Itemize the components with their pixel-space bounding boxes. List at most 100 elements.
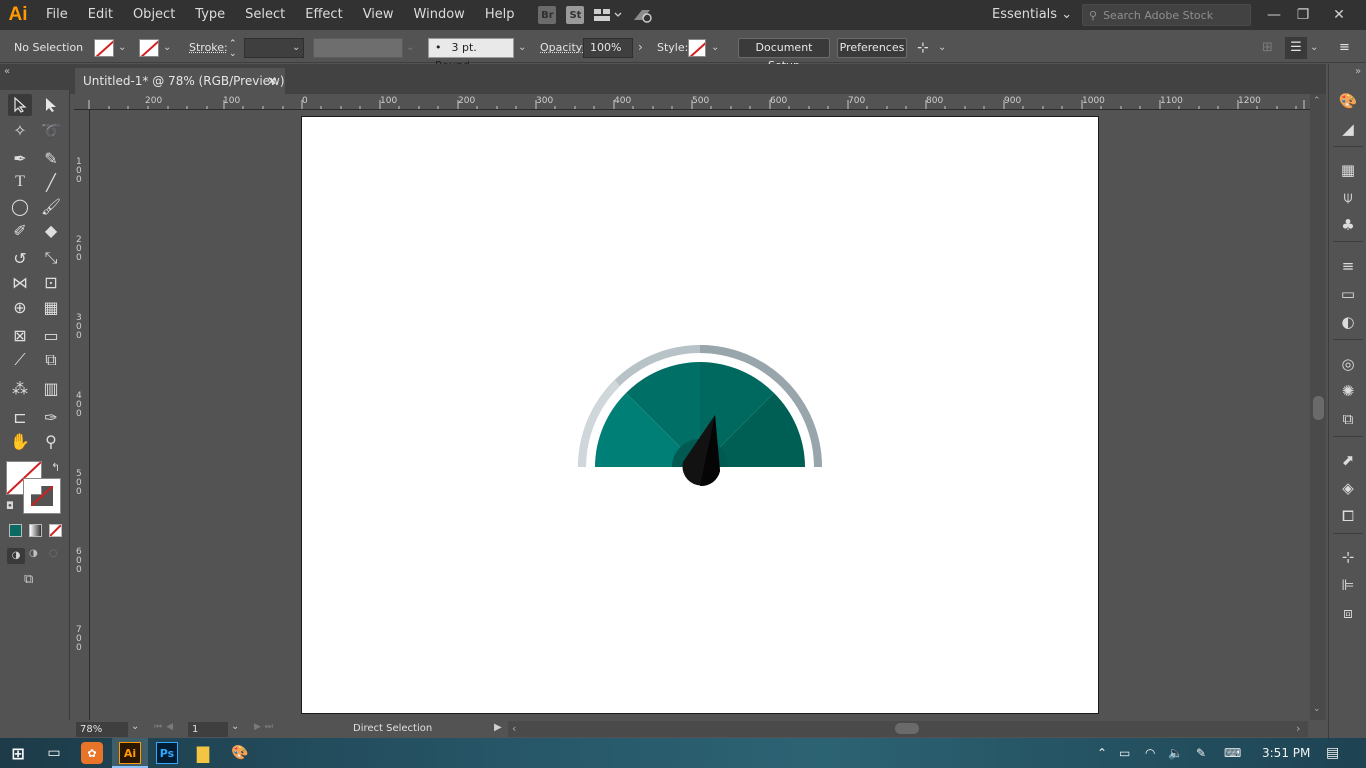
artboards-panel-icon[interactable]: ⬈ — [1337, 449, 1359, 471]
illustrator-logo[interactable]: Ai — [0, 0, 36, 30]
stroke-color-swatch[interactable] — [23, 478, 61, 514]
battery-icon[interactable]: ▭ — [1119, 738, 1130, 768]
stroke-dropdown-icon[interactable]: ⌄ — [163, 42, 171, 53]
variable-width-profile[interactable] — [313, 38, 403, 58]
stroke-panel-icon[interactable]: ≡ — [1337, 255, 1359, 277]
opacity-arrow-icon[interactable]: › — [638, 40, 643, 54]
change-screen-mode-icon[interactable]: ⧉ — [24, 572, 33, 587]
volume-icon[interactable]: 🔈 — [1168, 738, 1183, 768]
illustrator-taskbar-button[interactable]: Ai — [112, 738, 148, 768]
stroke-stepper[interactable]: ⌃ ⌄ — [229, 39, 237, 59]
menu-file[interactable]: File — [36, 0, 78, 30]
draw-behind-icon[interactable]: ◑ — [29, 548, 38, 559]
shaper-tool-icon[interactable]: ✐ — [8, 219, 32, 241]
align-options-icon[interactable]: ⊹ — [917, 33, 929, 63]
menu-view[interactable]: View — [353, 0, 404, 30]
close-icon[interactable]: ✕ — [267, 68, 277, 94]
blend-tool-icon[interactable]: ⧉ — [39, 349, 63, 371]
type-tool-icon[interactable]: T — [8, 171, 32, 193]
perspective-grid-tool-icon[interactable]: ▦ — [39, 296, 63, 318]
stock-search-field[interactable]: ⚲ Search Adobe Stock — [1082, 4, 1251, 26]
brushes-panel-icon[interactable]: ⍦ — [1337, 186, 1359, 208]
photoshop-taskbar-icon[interactable]: Ps — [156, 742, 178, 764]
ellipse-tool-icon[interactable]: ◯ — [8, 195, 32, 217]
workspace-switcher[interactable]: Essentials ⌄ — [992, 0, 1072, 30]
status-menu-icon[interactable]: ▶ — [494, 722, 502, 733]
symbol-sprayer-tool-icon[interactable]: ⁂ — [8, 377, 32, 399]
eyedropper-tool-icon[interactable]: ⟋ — [8, 349, 32, 371]
stroke-swatch[interactable] — [139, 39, 159, 57]
keyboard-icon[interactable]: ⌨ — [1224, 738, 1241, 768]
opacity-input[interactable]: 100% — [583, 38, 633, 58]
scroll-left-icon[interactable]: ‹ — [512, 722, 516, 735]
gauge-artwork[interactable] — [302, 117, 1100, 715]
artboard-tool-icon[interactable]: ⊏ — [8, 406, 32, 428]
artboard-dropdown-icon[interactable]: ⌄ — [231, 721, 239, 732]
horizontal-scroll-thumb[interactable] — [895, 723, 919, 734]
direct-selection-tool-icon[interactable] — [39, 94, 63, 116]
pen-tool-icon[interactable]: ✒ — [8, 147, 32, 169]
graphic-style-swatch[interactable] — [688, 39, 706, 57]
links-panel-icon[interactable]: ⧠ — [1337, 505, 1359, 527]
none-mode-button[interactable] — [49, 524, 62, 537]
curvature-tool-icon[interactable]: ✎ — [39, 147, 63, 169]
column-graph-tool-icon[interactable]: ▥ — [39, 377, 63, 399]
line-tool-icon[interactable]: ╱ — [39, 171, 63, 193]
free-transform-tool-icon[interactable]: ⊡ — [39, 271, 63, 293]
profile-dropdown-icon[interactable]: ⌄ — [406, 42, 414, 53]
arrange-panel-icon[interactable]: ☰ — [1285, 37, 1307, 59]
action-center-icon[interactable]: ▤ — [1326, 738, 1339, 768]
document-setup-button[interactable]: Document Setup — [738, 38, 830, 72]
slice-tool-icon[interactable]: ✑ — [39, 406, 63, 428]
zoom-tool-icon[interactable]: ⚲ — [39, 430, 63, 452]
wifi-icon[interactable]: ◠ — [1145, 738, 1155, 768]
stroke-weight-dropdown-icon[interactable]: ⌄ — [292, 42, 300, 53]
align-panel-icon[interactable]: ⊫ — [1337, 574, 1359, 596]
lasso-tool-icon[interactable]: ➰ — [39, 119, 63, 141]
gradient-mode-button[interactable] — [29, 524, 42, 537]
gradient-panel-icon[interactable]: ▭ — [1337, 283, 1359, 305]
align-dropdown-icon[interactable]: ⌄ — [938, 42, 946, 53]
symbols-panel-icon[interactable]: ♣ — [1337, 214, 1359, 236]
pathfinder-panel-icon[interactable]: ⧈ — [1337, 602, 1359, 624]
artboard[interactable] — [301, 116, 1099, 714]
asset-export-icon[interactable]: ⧉ — [1337, 408, 1359, 430]
document-tab[interactable]: Untitled-1* @ 78% (RGB/Preview) ✕ — [75, 68, 285, 94]
stock-button[interactable]: St — [566, 6, 585, 24]
layers-panel-icon[interactable]: ◈ — [1337, 477, 1359, 499]
close-window-button[interactable]: ✕ — [1324, 0, 1354, 30]
fill-dropdown-icon[interactable]: ⌄ — [118, 42, 126, 53]
hand-tool-icon[interactable]: ✋ — [8, 430, 32, 452]
minimize-button[interactable]: — — [1259, 0, 1289, 30]
isolate-icon[interactable]: ⊞ — [1262, 33, 1273, 63]
canvas[interactable] — [90, 110, 1310, 720]
draw-normal-icon[interactable]: ◑ — [7, 548, 25, 564]
menu-edit[interactable]: Edit — [78, 0, 123, 30]
magic-wand-tool-icon[interactable]: ✧ — [8, 119, 32, 141]
file-explorer-icon[interactable]: ▇ — [192, 742, 214, 764]
transparency-panel-icon[interactable]: ◐ — [1337, 311, 1359, 333]
graphic-styles-icon[interactable]: ✺ — [1337, 380, 1359, 402]
restore-button[interactable]: ❐ — [1288, 0, 1318, 30]
menu-help[interactable]: Help — [475, 0, 525, 30]
menu-type[interactable]: Type — [185, 0, 235, 30]
opacity-label[interactable]: Opacity: — [540, 33, 585, 63]
stroke-label[interactable]: Stroke: — [189, 33, 228, 63]
selection-tool-icon[interactable] — [8, 94, 32, 116]
mesh-tool-icon[interactable]: ⊠ — [8, 324, 32, 346]
scale-tool-icon[interactable]: ⤡ — [39, 247, 63, 269]
zoom-dropdown-icon[interactable]: ⌄ — [131, 721, 139, 732]
horizontal-scrollbar[interactable]: ‹ › — [508, 721, 1308, 737]
paintbrush-tool-icon[interactable]: 🖌 — [39, 195, 63, 217]
task-view-icon[interactable]: ▭ — [43, 742, 65, 764]
color-mode-button[interactable] — [9, 524, 22, 537]
collapse-toolbar-icon[interactable]: « — [4, 66, 10, 77]
color-guide-icon[interactable]: ◢ — [1337, 118, 1359, 140]
menu-window[interactable]: Window — [404, 0, 475, 30]
control-panel-menu-icon[interactable]: ≡ — [1339, 33, 1350, 63]
scroll-right-icon[interactable]: › — [1296, 722, 1300, 735]
swatches-panel-icon[interactable]: ▦ — [1337, 159, 1359, 181]
gpu-performance-icon[interactable] — [632, 6, 656, 24]
paint-app-icon[interactable]: 🎨 — [229, 742, 251, 764]
brush-definition[interactable]: •3 pt. Round — [428, 38, 514, 72]
